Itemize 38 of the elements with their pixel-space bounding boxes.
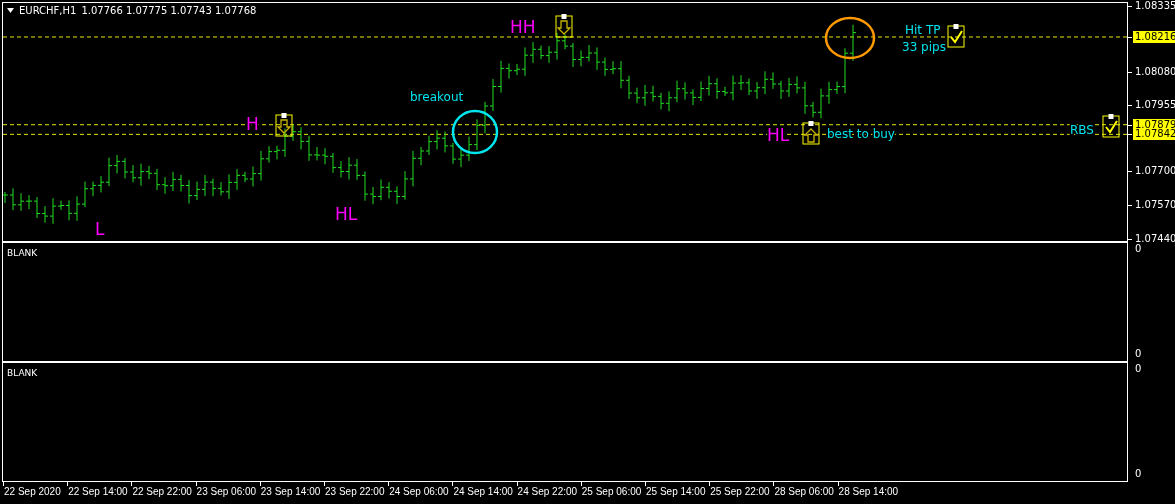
price-axis-label: 1.07440	[1134, 233, 1175, 244]
scale-label: 0	[1134, 348, 1143, 360]
symbol-caption: EURCHF,H1	[19, 5, 77, 16]
time-axis-label: 23 Sep 22:00	[325, 486, 385, 497]
time-axis-label: 24 Sep 06:00	[389, 486, 449, 497]
time-axis-label: 22 Sep 22:00	[132, 486, 192, 497]
time-axis-label: 24 Sep 14:00	[453, 486, 513, 497]
swing-label: HL	[767, 125, 790, 145]
price-axis-label: 1.08335	[1134, 0, 1175, 12]
scale-label: 0	[1134, 363, 1143, 375]
scale-label: 0	[1134, 243, 1143, 255]
price-axis-label: 1.07570	[1134, 199, 1175, 212]
level-price-label: 1.08216	[1133, 30, 1175, 43]
ohlc-quote: 1.07766 1.07775 1.07743 1.07768	[81, 5, 257, 16]
annotation-text: Hit TP	[905, 23, 941, 37]
time-axis-label: 24 Sep 22:00	[517, 486, 578, 497]
time-axis-label: 25 Sep 22:00	[710, 486, 770, 497]
swing-label: L	[95, 219, 105, 239]
price-axis-label: 1.08080	[1134, 66, 1175, 79]
annotation-text: 33 pips	[902, 40, 946, 54]
time-axis-label: 23 Sep 14:00	[260, 486, 321, 497]
annotation-text: breakout	[410, 90, 464, 104]
time-axis-label: 22 Sep 14:00	[68, 486, 128, 497]
price-axis-label: 1.07955	[1134, 98, 1175, 111]
swing-label: HL	[335, 204, 358, 224]
time-axis-label: 28 Sep 06:00	[774, 486, 834, 497]
indicator-label: BLANK	[7, 248, 38, 258]
level-price-label: 1.07842	[1133, 128, 1175, 141]
price-axis-label: 1.07700	[1134, 165, 1175, 178]
annotation-text: RBS	[1070, 123, 1094, 137]
indicator-label: BLANK	[7, 368, 38, 378]
time-axis-label: 25 Sep 14:00	[646, 486, 706, 497]
time-axis-label: 22 Sep 2020	[4, 486, 61, 497]
time-axis-label: 23 Sep 06:00	[196, 486, 257, 497]
swing-label: HH	[510, 17, 536, 37]
time-axis-label: 28 Sep 14:00	[838, 486, 899, 497]
scale-label: 0	[1134, 468, 1143, 480]
time-axis-label: 25 Sep 06:00	[581, 486, 642, 497]
